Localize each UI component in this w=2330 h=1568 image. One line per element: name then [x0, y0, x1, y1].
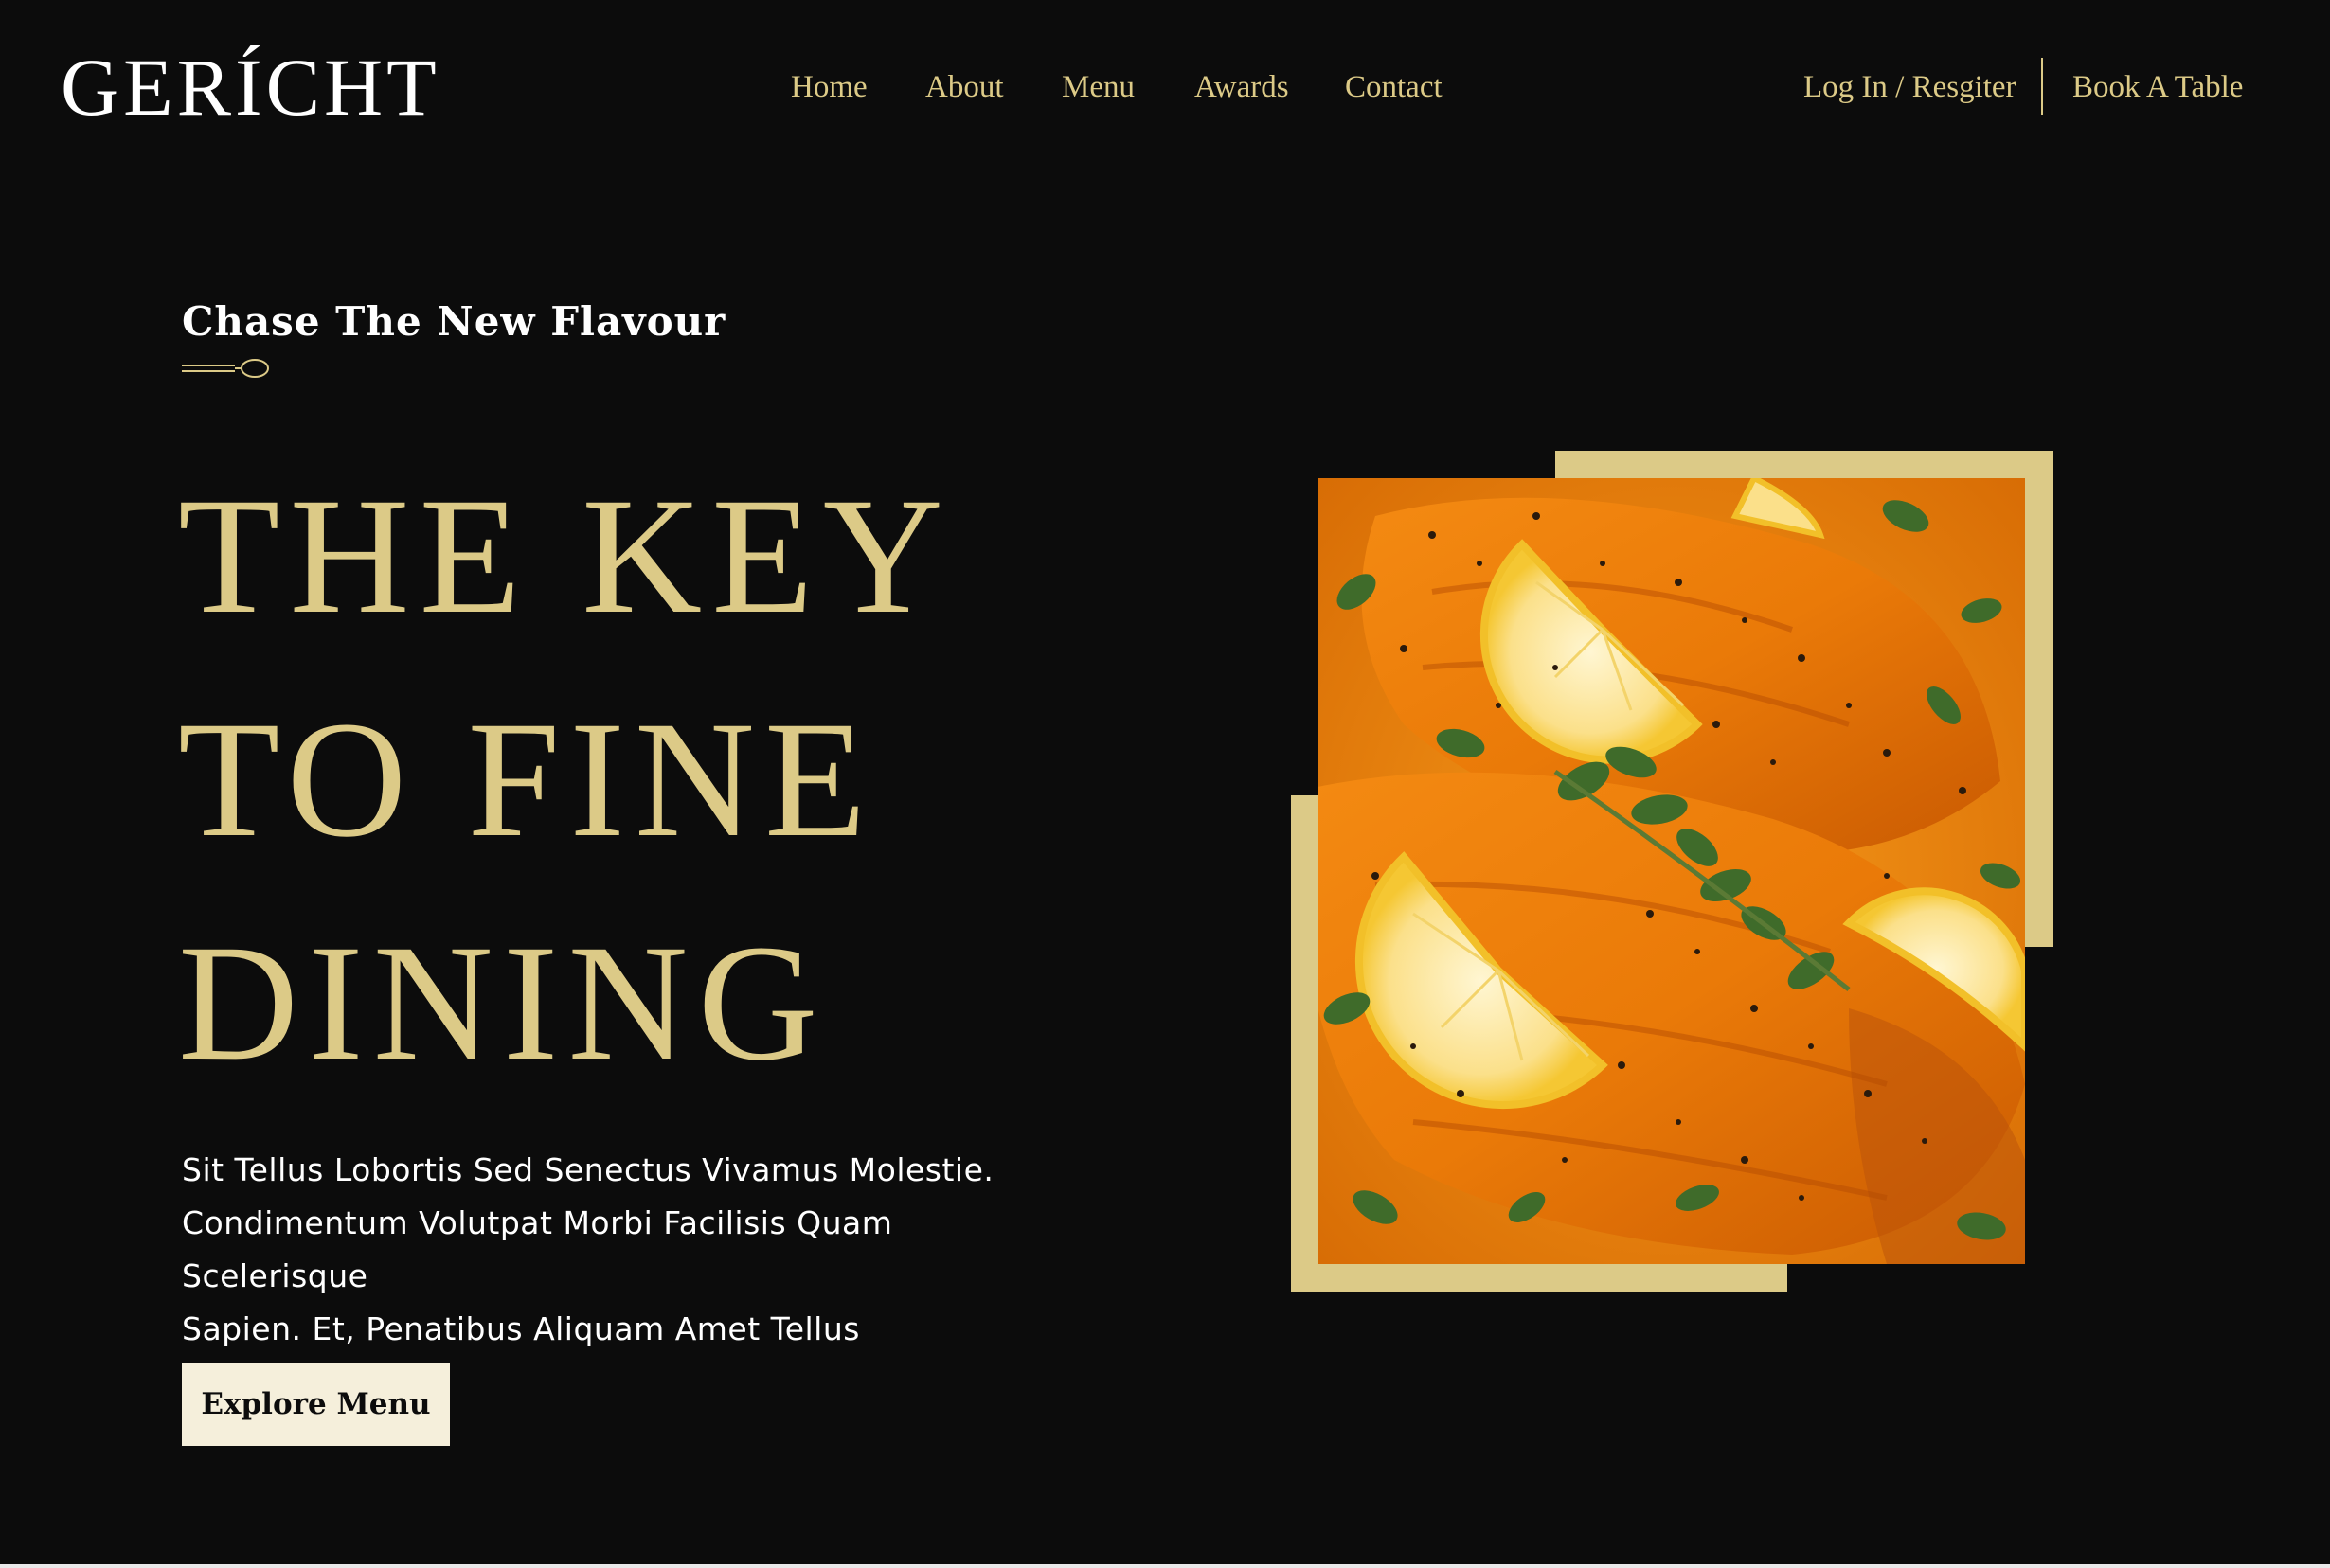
nav-link-awards[interactable]: Awards: [1194, 64, 1289, 110]
headline-line: THE KEY: [178, 464, 953, 649]
description-line: Condimentum Volutpat Morbi Facilisis Qua…: [182, 1204, 893, 1294]
headline-line: DINING: [178, 911, 828, 1096]
page-bottom-edge: [0, 1564, 2330, 1568]
spoon-icon: [182, 359, 269, 378]
salmon-dish-image: [1318, 478, 2025, 1264]
hero-subtitle: Chase The New Flavour: [182, 298, 726, 345]
landing-page: GERÍCHT Home About Menu Awards Contact L…: [0, 0, 2330, 1564]
hero-description: Sit Tellus Lobortis Sed Senectus Vivamus…: [182, 1144, 1072, 1356]
login-register-link[interactable]: Log In / Resgiter: [1803, 64, 2016, 110]
brand-logo[interactable]: GERÍCHT: [61, 42, 440, 133]
nav-link-about[interactable]: About: [925, 64, 1004, 110]
book-table-link[interactable]: Book A Table: [2072, 64, 2243, 110]
nav-link-home[interactable]: Home: [791, 64, 868, 110]
headline-line: TO FINE: [178, 687, 876, 872]
nav-link-contact[interactable]: Contact: [1345, 64, 1443, 110]
nav-link-menu[interactable]: Menu: [1062, 64, 1135, 110]
hero-headline: THE KEY TO FINE DINING: [178, 445, 953, 1115]
description-line: Sit Tellus Lobortis Sed Senectus Vivamus…: [182, 1151, 995, 1188]
explore-menu-button[interactable]: Explore Menu: [182, 1363, 450, 1446]
nav-divider: [2041, 58, 2043, 115]
description-line: Sapien. Et, Penatibus Aliquam Amet Tellu…: [182, 1310, 860, 1347]
